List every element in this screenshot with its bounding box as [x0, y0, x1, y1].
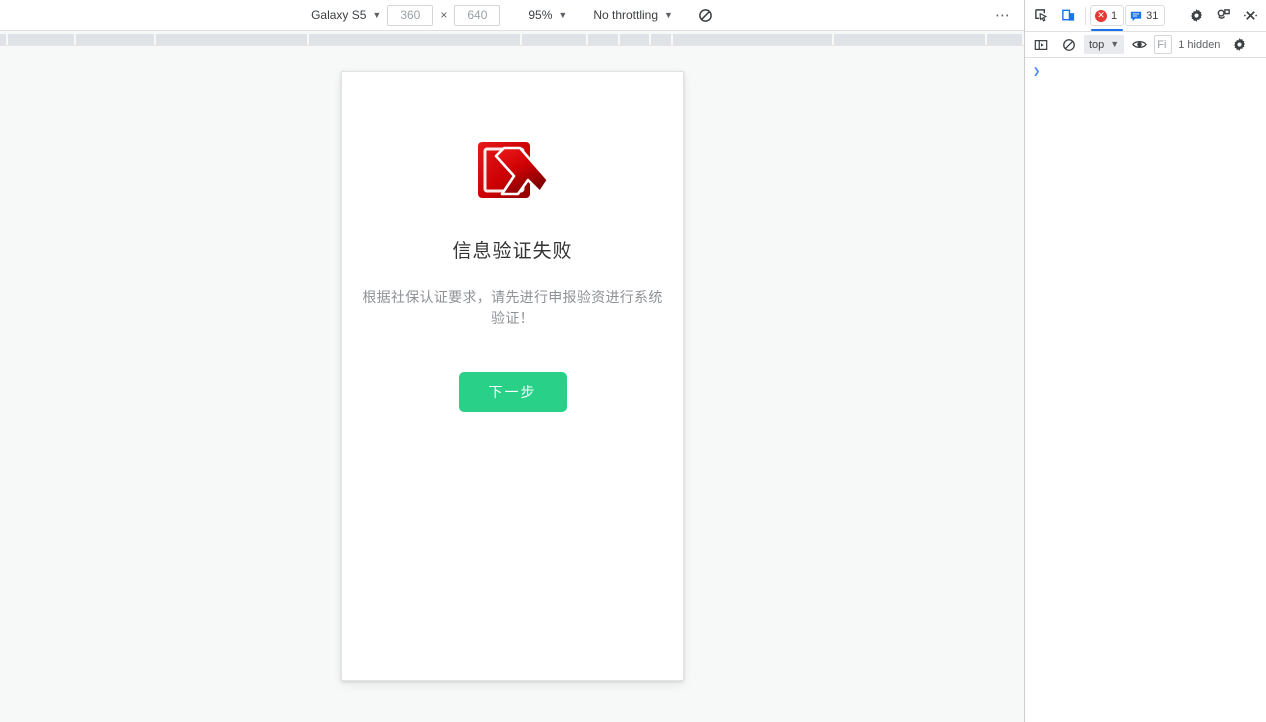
console-output[interactable]: ❯	[1025, 58, 1266, 722]
console-sidebar-toggle-button[interactable]	[1028, 32, 1054, 58]
console-filter-bar: top ▼ 1 hidden	[1025, 32, 1266, 58]
customize-devtools-button[interactable]	[1210, 3, 1236, 29]
error-count-label: 1	[1111, 9, 1118, 22]
gear-icon	[1190, 9, 1202, 22]
media-query-segment[interactable]	[0, 34, 8, 45]
console-input-line[interactable]: ❯	[1025, 58, 1266, 80]
inspect-element-button[interactable]	[1028, 3, 1054, 29]
chevron-down-icon: ▼	[372, 9, 382, 20]
error-x-icon	[477, 142, 549, 198]
device-selector[interactable]: Galaxy S5 ▼	[305, 4, 387, 26]
eye-icon	[1131, 41, 1147, 48]
hidden-messages-label: 1 hidden	[1178, 38, 1221, 51]
throttling-selector[interactable]: No throttling ▼	[587, 4, 679, 26]
media-query-segment[interactable]	[8, 34, 76, 45]
zoom-selector-label: 95%	[528, 8, 553, 22]
error-count-badge[interactable]: ✕ 1	[1090, 5, 1125, 31]
next-step-button[interactable]: 下一步	[458, 372, 567, 412]
rotate-button[interactable]	[693, 3, 719, 27]
close-icon	[1243, 11, 1257, 20]
clear-console-icon	[1063, 38, 1075, 51]
customize-devtools-icon	[1217, 9, 1230, 19]
zoom-selector[interactable]: 95% ▼	[522, 4, 573, 26]
message-count-badge[interactable]: 31	[1125, 5, 1166, 26]
devtools-panel: ✕ 1 31 top ▼ Fi 1 hidden ❯	[1025, 0, 1266, 722]
device-viewport[interactable]: 信息验证失败 根据社保认证要求，请先进行申报验资进行系统验证！ 下一步	[341, 71, 684, 681]
devtools-window: Galaxy S5 ▼ × 95% ▼ No throttling ▼	[0, 0, 1266, 722]
chevron-down-icon: ▼	[664, 9, 673, 20]
device-viewport-wrapper: 信息验证失败 根据社保认证要求，请先进行申报验资进行系统验证！ 下一步	[341, 71, 684, 681]
viewport-width-input[interactable]	[387, 4, 434, 26]
device-selector-label: Galaxy S5	[311, 8, 367, 22]
devtools-settings-button[interactable]	[1183, 3, 1209, 29]
console-sidebar-icon	[1034, 39, 1048, 50]
media-query-segment[interactable]	[522, 34, 589, 45]
rotate-icon	[699, 8, 713, 22]
devtools-toolbar: ✕ 1 31	[1025, 0, 1266, 32]
device-toolbar-icon	[1061, 9, 1074, 21]
message-count-label: 31	[1146, 9, 1159, 22]
toolbar-divider	[1085, 6, 1086, 25]
media-query-segment[interactable]	[651, 34, 674, 45]
media-query-segment[interactable]	[155, 34, 309, 45]
media-query-segment[interactable]	[673, 34, 835, 45]
console-settings-button[interactable]	[1226, 32, 1252, 58]
viewport-height-input[interactable]	[454, 4, 501, 26]
chevron-down-icon: ▼	[558, 9, 568, 20]
toggle-device-toolbar-button[interactable]	[1055, 3, 1081, 29]
live-expression-button[interactable]	[1126, 32, 1152, 58]
media-query-segment[interactable]	[620, 34, 652, 45]
page-title: 信息验证失败	[452, 241, 573, 262]
message-icon	[1130, 11, 1142, 21]
media-query-segment[interactable]	[987, 34, 1024, 45]
console-prompt-icon: ❯	[1033, 64, 1041, 78]
clear-console-button[interactable]	[1056, 32, 1082, 58]
inspect-element-icon	[1034, 9, 1047, 22]
emulated-page: 信息验证失败 根据社保认证要求，请先进行申报验资进行系统验证！ 下一步	[342, 72, 683, 680]
media-query-segment[interactable]	[308, 34, 523, 45]
throttling-selector-label: No throttling	[593, 8, 659, 22]
page-description: 根据社保认证要求，请先进行申报验资进行系统验证！	[362, 289, 663, 326]
console-filter-input[interactable]	[1154, 35, 1173, 54]
media-query-segment[interactable]	[588, 34, 621, 45]
gear-icon	[1233, 38, 1245, 51]
device-toolbar-more-button[interactable]: ⋯	[990, 3, 1016, 27]
close-devtools-button[interactable]	[1237, 3, 1263, 29]
media-query-bar[interactable]	[0, 30, 1024, 46]
more-options-icon: ⋯	[995, 7, 1011, 24]
error-circle-icon: ✕	[1095, 9, 1107, 22]
media-query-segment[interactable]	[75, 34, 156, 45]
chevron-down-icon: ▼	[1110, 39, 1120, 49]
device-toolbar: Galaxy S5 ▼ × 95% ▼ No throttling ▼	[0, 0, 1024, 30]
execution-context-label: top	[1089, 38, 1105, 51]
execution-context-selector[interactable]: top ▼	[1084, 35, 1125, 54]
device-emulation-pane: Galaxy S5 ▼ × 95% ▼ No throttling ▼	[0, 0, 1025, 722]
media-query-segment[interactable]	[834, 34, 988, 45]
dimension-separator: ×	[440, 8, 448, 22]
